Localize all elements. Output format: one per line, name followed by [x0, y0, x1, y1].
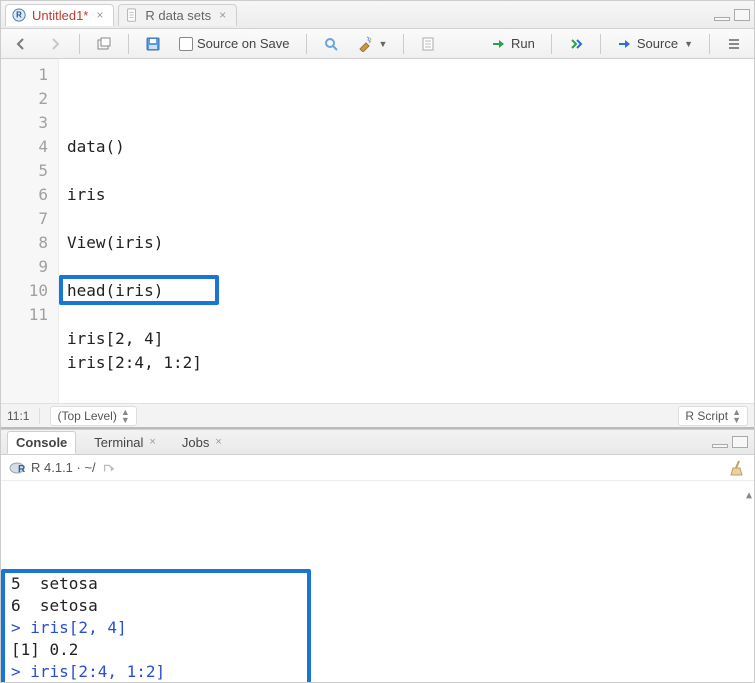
chevron-down-icon: ▼ [379, 39, 388, 49]
source-label: Source [637, 36, 678, 51]
line-gutter: 1234567891011 [1, 59, 59, 403]
console-tabstrip: Console Terminal × Jobs × [1, 429, 754, 455]
terminal-tab[interactable]: Terminal × [86, 432, 164, 453]
line-number: 3 [1, 111, 48, 135]
code-line[interactable] [67, 375, 746, 399]
source-tabstrip: R Untitled1* × R data sets × [1, 1, 754, 29]
code-line[interactable]: data() [67, 135, 746, 159]
source-tab-untitled[interactable]: R Untitled1* × [5, 4, 114, 26]
code-line[interactable]: iris [67, 183, 746, 207]
checkbox-icon [179, 37, 193, 51]
line-number: 10 [1, 279, 48, 303]
code-line[interactable] [67, 303, 746, 327]
code-line[interactable] [67, 159, 746, 183]
source-statusbar: 11:1 (Top Level) ▲▼ R Script ▲▼ [1, 403, 754, 427]
document-icon [125, 8, 139, 22]
code-tools-button[interactable]: ▼ [351, 34, 394, 54]
rerun-button[interactable] [562, 34, 590, 54]
code-line[interactable]: View(iris) [67, 231, 746, 255]
tab-label: Jobs [182, 435, 209, 450]
close-icon[interactable]: × [215, 436, 221, 448]
code-line[interactable] [67, 255, 746, 279]
find-button[interactable] [317, 34, 345, 54]
show-in-new-window-button[interactable] [90, 34, 118, 54]
scope-label: (Top Level) [57, 409, 116, 423]
line-number: 11 [1, 303, 48, 327]
console-line: 5 setosa [11, 573, 744, 595]
outline-button[interactable] [720, 34, 748, 54]
line-number: 7 [1, 207, 48, 231]
tab-label: Untitled1* [32, 8, 88, 23]
code-line[interactable]: head(iris) [67, 279, 746, 303]
line-number: 5 [1, 159, 48, 183]
forward-button[interactable] [41, 34, 69, 54]
code-line[interactable] [67, 207, 746, 231]
close-icon[interactable]: × [94, 8, 105, 22]
source-on-save-toggle[interactable]: Source on Save [173, 34, 296, 53]
cursor-position: 11:1 [7, 409, 29, 423]
save-button[interactable] [139, 34, 167, 54]
line-number: 9 [1, 255, 48, 279]
line-number: 1 [1, 63, 48, 87]
updown-icon: ▲▼ [121, 408, 130, 424]
console-line: 6 setosa [11, 595, 744, 617]
scope-selector[interactable]: (Top Level) ▲▼ [50, 406, 136, 426]
run-button[interactable]: Run [485, 34, 541, 54]
tab-label: Terminal [94, 435, 143, 450]
jobs-tab[interactable]: Jobs × [174, 432, 230, 453]
code-line[interactable]: iris[2:4, 1:2] [67, 351, 746, 375]
run-label: Run [511, 36, 535, 51]
maximize-pane-button[interactable] [732, 436, 748, 448]
line-number: 8 [1, 231, 48, 255]
tab-label: Console [16, 435, 67, 450]
code-editor[interactable]: 1234567891011 data() iris View(iris) head(i… [1, 59, 754, 403]
source-toolbar: Source on Save ▼ Run Source ▼ [1, 29, 754, 59]
console-line: [1] 0.2 [11, 639, 744, 661]
close-icon[interactable]: × [149, 436, 155, 448]
scroll-up-indicator[interactable]: ▲ [746, 485, 752, 507]
file-type-label: R Script [685, 409, 728, 423]
maximize-pane-button[interactable] [734, 9, 750, 21]
r-file-icon: R [12, 8, 26, 22]
source-pane: R Untitled1* × R data sets × [1, 1, 754, 429]
minimize-pane-button[interactable] [712, 444, 728, 448]
svg-text:R: R [18, 464, 25, 475]
minimize-pane-button[interactable] [714, 17, 730, 21]
console-tab[interactable]: Console [7, 431, 76, 454]
r-version-label: R 4.1.1 · ~/ [31, 460, 96, 475]
console-subheader: R R 4.1.1 · ~/ [1, 455, 754, 481]
console-line: > iris[2:4, 1:2] [11, 661, 744, 682]
code-line[interactable]: iris[2, 4] [67, 327, 746, 351]
clear-console-icon[interactable] [730, 460, 746, 476]
pane-window-buttons [712, 436, 748, 448]
line-number: 4 [1, 135, 48, 159]
line-number: 6 [1, 183, 48, 207]
source-on-save-label: Source on Save [197, 36, 290, 51]
tab-label: R data sets [145, 8, 211, 23]
console-line: > iris[2, 4] [11, 617, 744, 639]
console-pane: Console Terminal × Jobs × R R 4.1.1 · ~/… [1, 429, 754, 682]
svg-text:R: R [16, 11, 22, 20]
source-button[interactable]: Source ▼ [611, 34, 699, 54]
updown-icon: ▲▼ [732, 408, 741, 424]
code-area[interactable]: data() iris View(iris) head(iris) iris[2, 4]… [59, 59, 754, 403]
pane-window-buttons [714, 9, 750, 21]
go-to-dir-icon[interactable] [102, 461, 116, 475]
file-type-selector[interactable]: R Script ▲▼ [678, 406, 748, 426]
r-logo-icon: R [9, 460, 25, 476]
chevron-down-icon: ▼ [684, 39, 693, 49]
close-icon[interactable]: × [217, 8, 228, 22]
source-tab-rdatasets[interactable]: R data sets × [118, 4, 237, 26]
console-output[interactable]: ▲ 5 setosa6 setosa> iris[2, 4][1] 0.2> i… [1, 481, 754, 682]
line-number: 2 [1, 87, 48, 111]
compile-report-button[interactable] [414, 34, 442, 54]
back-button[interactable] [7, 34, 35, 54]
